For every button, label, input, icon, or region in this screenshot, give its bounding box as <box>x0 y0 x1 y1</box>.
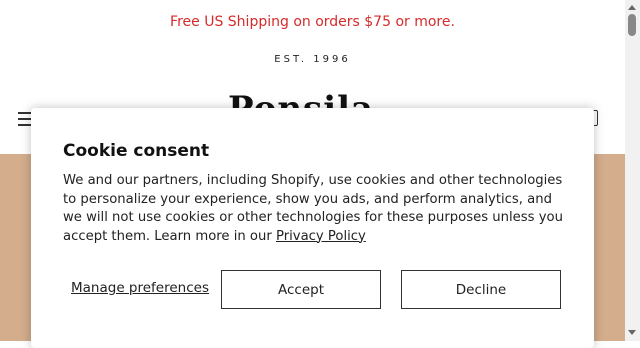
decline-button[interactable]: Decline <box>401 270 561 309</box>
accept-button[interactable]: Accept <box>221 270 381 309</box>
cookie-title: Cookie consent <box>63 141 210 161</box>
hamburger-menu-icon[interactable] <box>18 112 32 126</box>
scroll-thumb[interactable] <box>628 14 636 36</box>
announcement-text: Free US Shipping on orders $75 or more. <box>170 14 455 30</box>
announcement-bar: Free US Shipping on orders $75 or more. <box>0 0 625 44</box>
privacy-policy-link[interactable]: Privacy Policy <box>276 229 366 244</box>
scroll-down-arrow-icon[interactable] <box>628 330 636 335</box>
scroll-up-arrow-icon[interactable] <box>628 5 636 10</box>
scrollbar[interactable] <box>625 0 640 341</box>
cookie-description: We and our partners, including Shopify, … <box>63 172 571 246</box>
est-tagline: EST. 1996 <box>274 54 351 65</box>
cookie-consent-dialog: Cookie consent We and our partners, incl… <box>31 108 594 348</box>
manage-preferences-link[interactable]: Manage preferences <box>71 280 209 296</box>
